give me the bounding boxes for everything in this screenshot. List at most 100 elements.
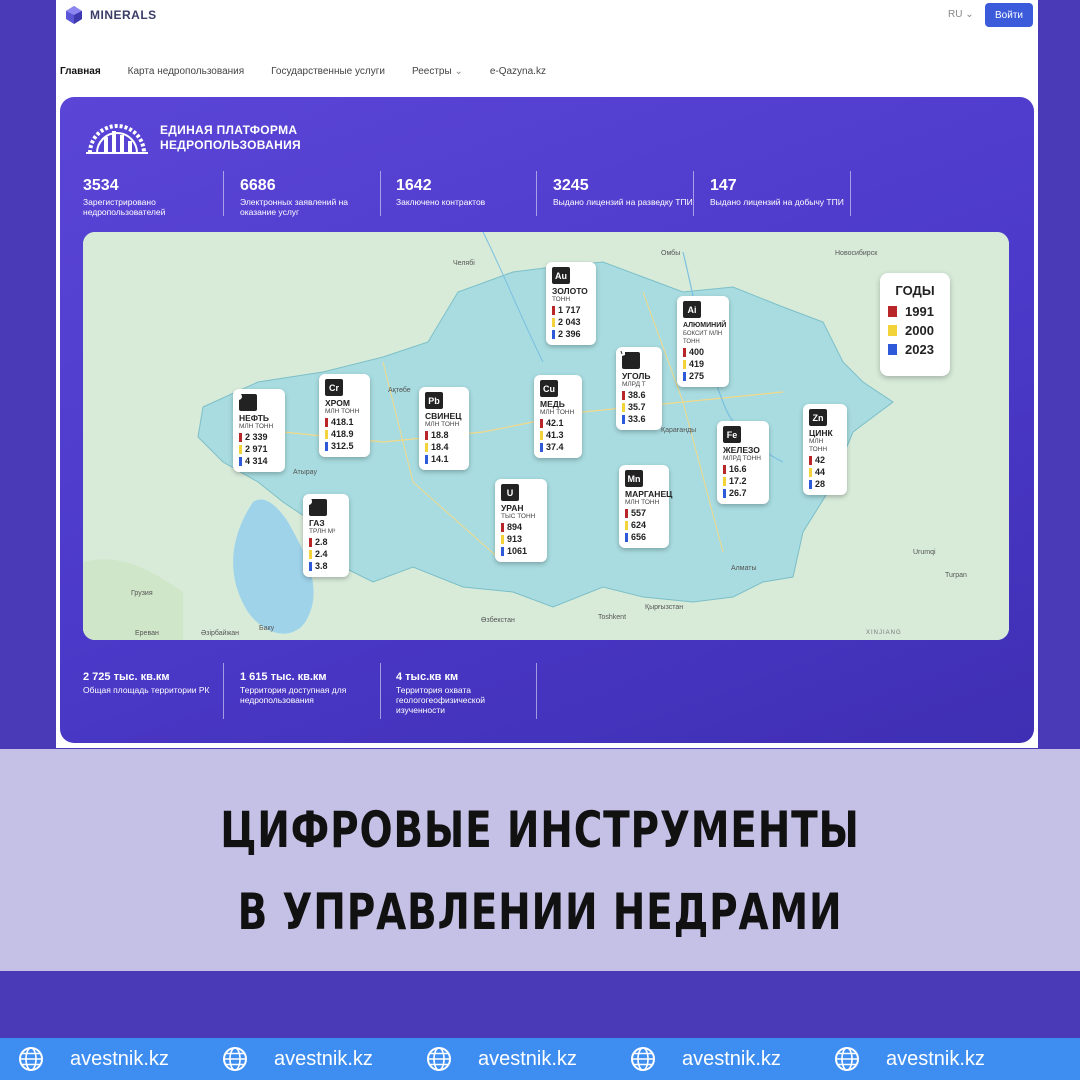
value-2000: 18.4 [425,441,463,453]
element-symbol-mn: Mn [625,470,643,487]
resource-card-oil[interactable]: НЕФТЬ МЛН ТОНН 2 339 2 971 4 314 [233,389,285,472]
stat-label: Электронных заявлений на оказание услуг [240,197,348,217]
value-2000: 41.3 [540,429,576,441]
resource-card-chrome[interactable]: Cr ХРОМ МЛН ТОНН 418.1 418.9 312.5 [319,374,370,457]
resource-unit: ТРЛН М³ [309,528,336,535]
headline-line1: ЦИФРОВЫЕ ИНСТРУМЕНТЫ [220,801,860,859]
stat-studied-area: 4 тыс.кв км Территория охвата геологогео… [396,671,506,715]
registries-label: Реестры [411,66,452,77]
divider [223,663,224,719]
divider [850,171,851,216]
resource-name: ЖЕЛЕЗО [723,445,760,455]
resource-card-lead[interactable]: Pb СВИНЕЦ МЛН ТОНН 18.8 18.4 14.1 [419,387,469,470]
language-selector[interactable]: RU ⌄ [948,9,974,20]
main-nav: Главная Карта недропользования Государст… [60,66,573,77]
resource-unit: ТОНН [552,296,571,303]
resource-name: ХРОМ [325,398,350,408]
resource-card-copper[interactable]: Cu МЕДЬ МЛН ТОНН 42.1 41.3 37.4 [534,375,582,458]
footer-item[interactable]: avestnik.kz [630,1046,816,1072]
value-2023: 656 [625,531,663,543]
divider [223,171,224,216]
resource-unit: МЛРД ТОНН [723,455,761,462]
stat-contracts: 1642 Заключено контрактов [396,177,536,207]
stat-label: Выдано лицензий на разведку ТПИ [553,197,693,207]
map-label-atyrau: Атырау [293,469,317,476]
footer-item[interactable]: avestnik.kz [834,1046,1020,1072]
stat-label: Выдано лицензий на добычу ТПИ [710,197,844,207]
resources-map[interactable]: Челябі Омбы Новосибирск Ақтөбе Атырау Қа… [83,232,1009,640]
value-2000: 35.7 [622,401,656,413]
map-label-aktobe: Ақтөбе [388,387,411,394]
resource-unit: МЛН ТОНН [325,408,360,415]
minerals-logo[interactable]: MINERALS [64,5,157,25]
value-1991: 2 339 [239,431,279,443]
legend-year-1991: 1991 [888,302,942,321]
map-label-omby: Омбы [661,250,681,257]
stat-label: Зарегистрировано недропользователей [83,197,166,217]
footer-item[interactable]: avestnik.kz [426,1046,612,1072]
resource-card-gold[interactable]: Au ЗОЛОТО ТОНН 1 717 2 043 2 396 [546,262,596,345]
flame-icon [305,495,327,516]
nav-item-services[interactable]: Государственные услуги [271,66,385,77]
footer-site-label: avestnik.kz [274,1047,373,1070]
value-1991: 18.8 [425,429,463,441]
resource-card-aluminium[interactable]: Ai АЛЮМИНИЙ БОКСИТ МЛН ТОНН 400 419 275 [677,296,729,387]
globe-icon [223,1047,247,1071]
resource-card-coal[interactable]: УГОЛЬ МЛРД Т 38.6 35.7 33.6 [616,347,662,430]
legend-year-2023: 2023 [888,340,942,359]
map-label-georgia: Грузия [131,590,153,597]
element-symbol-fe: Fe [723,426,741,443]
element-symbol-cr: Cr [325,379,343,396]
resource-card-uranium[interactable]: U УРАН ТЫС ТОНН 894 913 1061 [495,479,547,562]
value-1991: 38.6 [622,389,656,401]
nav-item-home[interactable]: Главная [60,66,101,77]
resource-unit: МЛН ТОНН [239,423,274,430]
element-symbol-u: U [501,484,519,501]
map-label-almaty: Алматы [731,565,757,572]
legend-year-label: 2000 [905,323,934,338]
headline-line2: В УПРАВЛЕНИИ НЕДРАМИ [237,883,843,941]
resource-name: УРАН [501,503,524,513]
stat-label: Территория доступная для недропользовани… [240,685,347,705]
resource-card-gas[interactable]: ГАЗ ТРЛН М³ 2.8 2.4 3.8 [303,494,349,577]
resource-name: МАРГАНЕЦ [625,489,673,499]
resource-card-zinc[interactable]: Zn ЦИНК МЛН ТОНН 42 44 28 [803,404,847,495]
nav-item-map[interactable]: Карта недропользования [128,66,244,77]
years-legend: ГОДЫ 1991 2000 2023 [880,273,950,376]
resource-card-iron[interactable]: Fe ЖЕЛЕЗО МЛРД ТОНН 16.6 17.2 26.7 [717,421,769,504]
footer-item[interactable]: avestnik.kz [222,1046,408,1072]
value-2000: 2.4 [309,548,343,560]
nav-item-registries[interactable]: Реестры ⌄ [412,66,463,77]
value-1991: 894 [501,521,541,533]
resource-unit: МЛН ТОНН [425,421,460,428]
brand-name: MINERALS [90,8,157,22]
stat-value: 3534 [83,177,119,194]
headline-banner: ЦИФРОВЫЕ ИНСТРУМЕНТЫ В УПРАВЛЕНИИ НЕДРАМ… [0,749,1080,971]
legend-year-label: 1991 [905,304,934,319]
map-label-novosibirsk: Новосибирск [835,250,878,257]
login-button[interactable]: Войти [985,3,1033,27]
nav-item-eqazyna[interactable]: e-Qazyna.kz [490,66,546,77]
resource-card-manganese[interactable]: Mn МАРГАНЕЦ МЛН ТОНН 557 624 656 [619,465,673,548]
oil-drop-icon [235,390,257,411]
resource-unit: МЛН ТОНН [809,438,828,453]
value-2023: 1061 [501,545,541,557]
map-label-chelyabi: Челябі [453,260,475,267]
legend-year-label: 2023 [905,342,934,357]
stat-label: Заключено контрактов [396,197,486,207]
resource-name: СВИНЕЦ [425,411,462,421]
footer-item[interactable]: avestnik.kz [18,1046,204,1072]
platform-hero: ЕДИНАЯ ПЛАТФОРМА НЕДРОПОЛЬЗОВАНИЯ 3534 З… [60,97,1034,743]
value-2023: 14.1 [425,453,463,465]
map-label-xinjiang: XINJIANG [866,630,902,636]
value-2023: 312.5 [325,440,364,452]
legend-swatch [888,344,897,355]
stat-applications: 6686 Электронных заявлений на оказание у… [240,177,380,217]
value-2000: 2 971 [239,443,279,455]
value-2023: 37.4 [540,441,576,453]
element-symbol-pb: Pb [425,392,443,409]
divider [536,663,537,719]
stat-available-area: 1 615 тыс. кв.км Территория доступная дл… [240,671,365,705]
value-1991: 16.6 [723,463,763,475]
map-label-tashkent: Toshkent [598,614,627,621]
